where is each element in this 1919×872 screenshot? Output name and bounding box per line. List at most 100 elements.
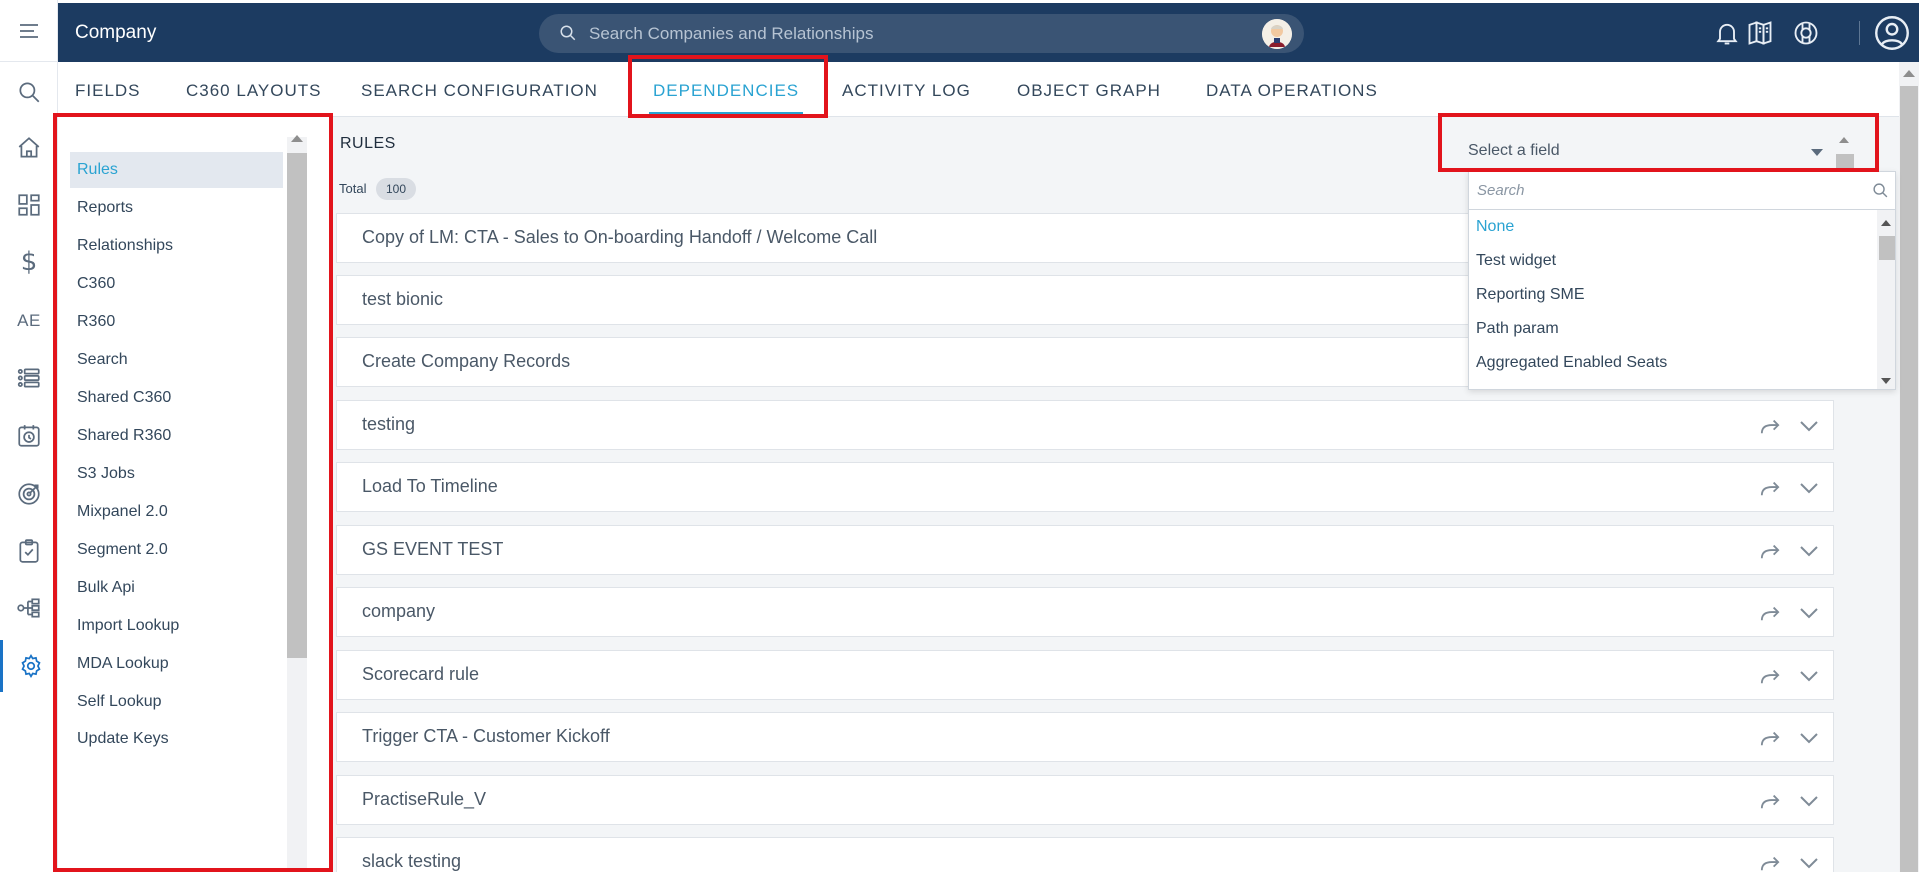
- chevron-down-icon[interactable]: [1797, 476, 1821, 500]
- chevron-down-icon[interactable]: [1797, 851, 1821, 872]
- dropdown-option[interactable]: Reporting SME: [1476, 278, 1585, 312]
- dropdown-search: [1469, 172, 1895, 210]
- main-scrollbar-thumb[interactable]: [1900, 86, 1918, 872]
- main-scroll-up-arrow[interactable]: [1903, 70, 1915, 77]
- list-icon: [17, 368, 40, 388]
- global-search-input[interactable]: [589, 14, 1189, 53]
- target-icon: [18, 483, 40, 505]
- field-select-scrollbar-thumb[interactable]: [1836, 154, 1854, 170]
- dropdown-caret-icon[interactable]: [1811, 149, 1823, 156]
- field-select[interactable]: Select a field: [1440, 122, 1860, 170]
- chevron-down-icon[interactable]: [1797, 789, 1821, 813]
- tab-dependencies[interactable]: DEPENDENCIES: [648, 62, 804, 117]
- book-icon: [1748, 21, 1772, 45]
- share-icon[interactable]: [1759, 541, 1781, 561]
- sidebar-item-self-lookup[interactable]: Self Lookup: [70, 684, 283, 720]
- sidebar-item-s3-jobs[interactable]: S3 Jobs: [70, 456, 283, 492]
- chevron-down-icon[interactable]: [1797, 539, 1821, 563]
- dropdown-option-none[interactable]: None: [1476, 210, 1514, 244]
- share-icon[interactable]: [1759, 478, 1781, 498]
- sidebar-item-segment[interactable]: Segment 2.0: [70, 532, 283, 568]
- rule-row[interactable]: Load To Timeline: [336, 462, 1834, 512]
- rail-cockpit-button[interactable]: [0, 525, 58, 577]
- rail-home-button[interactable]: [0, 122, 58, 174]
- sidebar-item-c360[interactable]: C360: [70, 266, 283, 302]
- rail-admin-button[interactable]: [0, 640, 58, 692]
- rule-row[interactable]: slack testing: [336, 837, 1834, 872]
- rail-search-button[interactable]: [0, 66, 58, 118]
- rule-row[interactable]: company: [336, 587, 1834, 637]
- tab-object-graph[interactable]: OBJECT GRAPH: [1017, 62, 1161, 117]
- dropdown-scrollbar-thumb[interactable]: [1879, 236, 1895, 260]
- tab-activity-log[interactable]: ACTIVITY LOG: [842, 62, 971, 117]
- flow-icon: [17, 598, 40, 618]
- sidebar-item-shared-r360[interactable]: Shared R360: [70, 418, 283, 454]
- resource-center-button[interactable]: [1746, 19, 1774, 47]
- section-title: RULES: [340, 135, 396, 152]
- share-icon[interactable]: [1759, 666, 1781, 686]
- dropdown-option[interactable]: Path param: [1476, 312, 1559, 346]
- sidebar-item-rules[interactable]: Rules: [70, 152, 283, 188]
- sidebar-item-shared-c360[interactable]: Shared C360: [70, 380, 283, 416]
- header-divider: [1859, 21, 1860, 45]
- sidebar-item-relationships[interactable]: Relationships: [70, 228, 283, 264]
- sidebar-scroll-up-arrow[interactable]: [291, 135, 303, 142]
- sidebar-item-update-keys[interactable]: Update Keys: [70, 721, 283, 757]
- share-icon[interactable]: [1759, 728, 1781, 748]
- sidebar-item-import-lookup[interactable]: Import Lookup: [70, 608, 283, 644]
- hamburger-menu-button[interactable]: [0, 0, 58, 62]
- menu-icon: [20, 23, 38, 38]
- tab-fields[interactable]: FIELDS: [75, 62, 141, 117]
- dropdown-scroll-up-arrow[interactable]: [1881, 220, 1891, 226]
- total-count-badge: 100: [376, 178, 417, 200]
- share-icon[interactable]: [1759, 853, 1781, 872]
- rule-row[interactable]: GS EVENT TEST: [336, 525, 1834, 575]
- tab-data-operations[interactable]: DATA OPERATIONS: [1206, 62, 1378, 117]
- chevron-down-icon[interactable]: [1797, 601, 1821, 625]
- rail-timeline-button[interactable]: [0, 410, 58, 462]
- rule-row[interactable]: testing: [336, 400, 1834, 450]
- chevron-down-icon[interactable]: [1797, 414, 1821, 438]
- chevron-down-icon[interactable]: [1797, 726, 1821, 750]
- dropdown-search-input[interactable]: [1477, 172, 1857, 209]
- dropdown-option[interactable]: Test widget: [1476, 244, 1556, 278]
- sidebar-item-search[interactable]: Search: [70, 342, 283, 378]
- global-search-bar[interactable]: [539, 14, 1304, 53]
- share-icon[interactable]: [1759, 416, 1781, 436]
- dashboard-icon: [18, 194, 40, 216]
- chevron-down-icon[interactable]: [1797, 664, 1821, 688]
- dollar-icon: $: [20, 247, 38, 277]
- rail-dashboard-button[interactable]: [0, 179, 58, 231]
- field-select-scroll-up-arrow[interactable]: [1839, 137, 1849, 143]
- sidebar-item-bulk-api[interactable]: Bulk Api: [70, 570, 283, 606]
- rail-ae-button[interactable]: AE: [0, 295, 58, 347]
- sidebar-item-r360[interactable]: R360: [70, 304, 283, 340]
- sidebar-item-reports[interactable]: Reports: [70, 190, 283, 226]
- rail-journey-button[interactable]: [0, 582, 58, 634]
- notifications-button[interactable]: [1713, 19, 1741, 47]
- rule-name: testing: [362, 414, 416, 434]
- tab-c360-layouts[interactable]: C360 LAYOUTS: [186, 62, 321, 117]
- rule-name: Load To Timeline: [362, 476, 498, 496]
- tab-search-configuration[interactable]: SEARCH CONFIGURATION: [361, 62, 598, 117]
- dropdown-scroll-down-arrow[interactable]: [1881, 378, 1891, 384]
- dropdown-option[interactable]: Aggregated Enabled Seats: [1476, 346, 1667, 380]
- avatar-icon: [1262, 19, 1292, 49]
- rail-list-button[interactable]: [0, 352, 58, 404]
- rail-revenue-button[interactable]: $: [0, 236, 58, 288]
- search-icon: [19, 82, 40, 103]
- lifebuoy-icon: [1794, 21, 1818, 45]
- share-icon[interactable]: [1759, 791, 1781, 811]
- sidebar-scrollbar-thumb[interactable]: [287, 153, 307, 658]
- rule-row[interactable]: Trigger CTA - Customer Kickoff: [336, 712, 1834, 762]
- support-button[interactable]: [1792, 19, 1820, 47]
- share-icon[interactable]: [1759, 603, 1781, 623]
- user-profile-button[interactable]: [1874, 15, 1910, 51]
- avatar[interactable]: [1262, 19, 1292, 49]
- total-label: Total: [339, 181, 367, 196]
- rule-row[interactable]: PractiseRule_V: [336, 775, 1834, 825]
- rail-success-plan-button[interactable]: [0, 468, 58, 520]
- sidebar-item-mda-lookup[interactable]: MDA Lookup: [70, 646, 283, 682]
- rule-row[interactable]: Scorecard rule: [336, 650, 1834, 700]
- sidebar-item-mixpanel[interactable]: Mixpanel 2.0: [70, 494, 283, 530]
